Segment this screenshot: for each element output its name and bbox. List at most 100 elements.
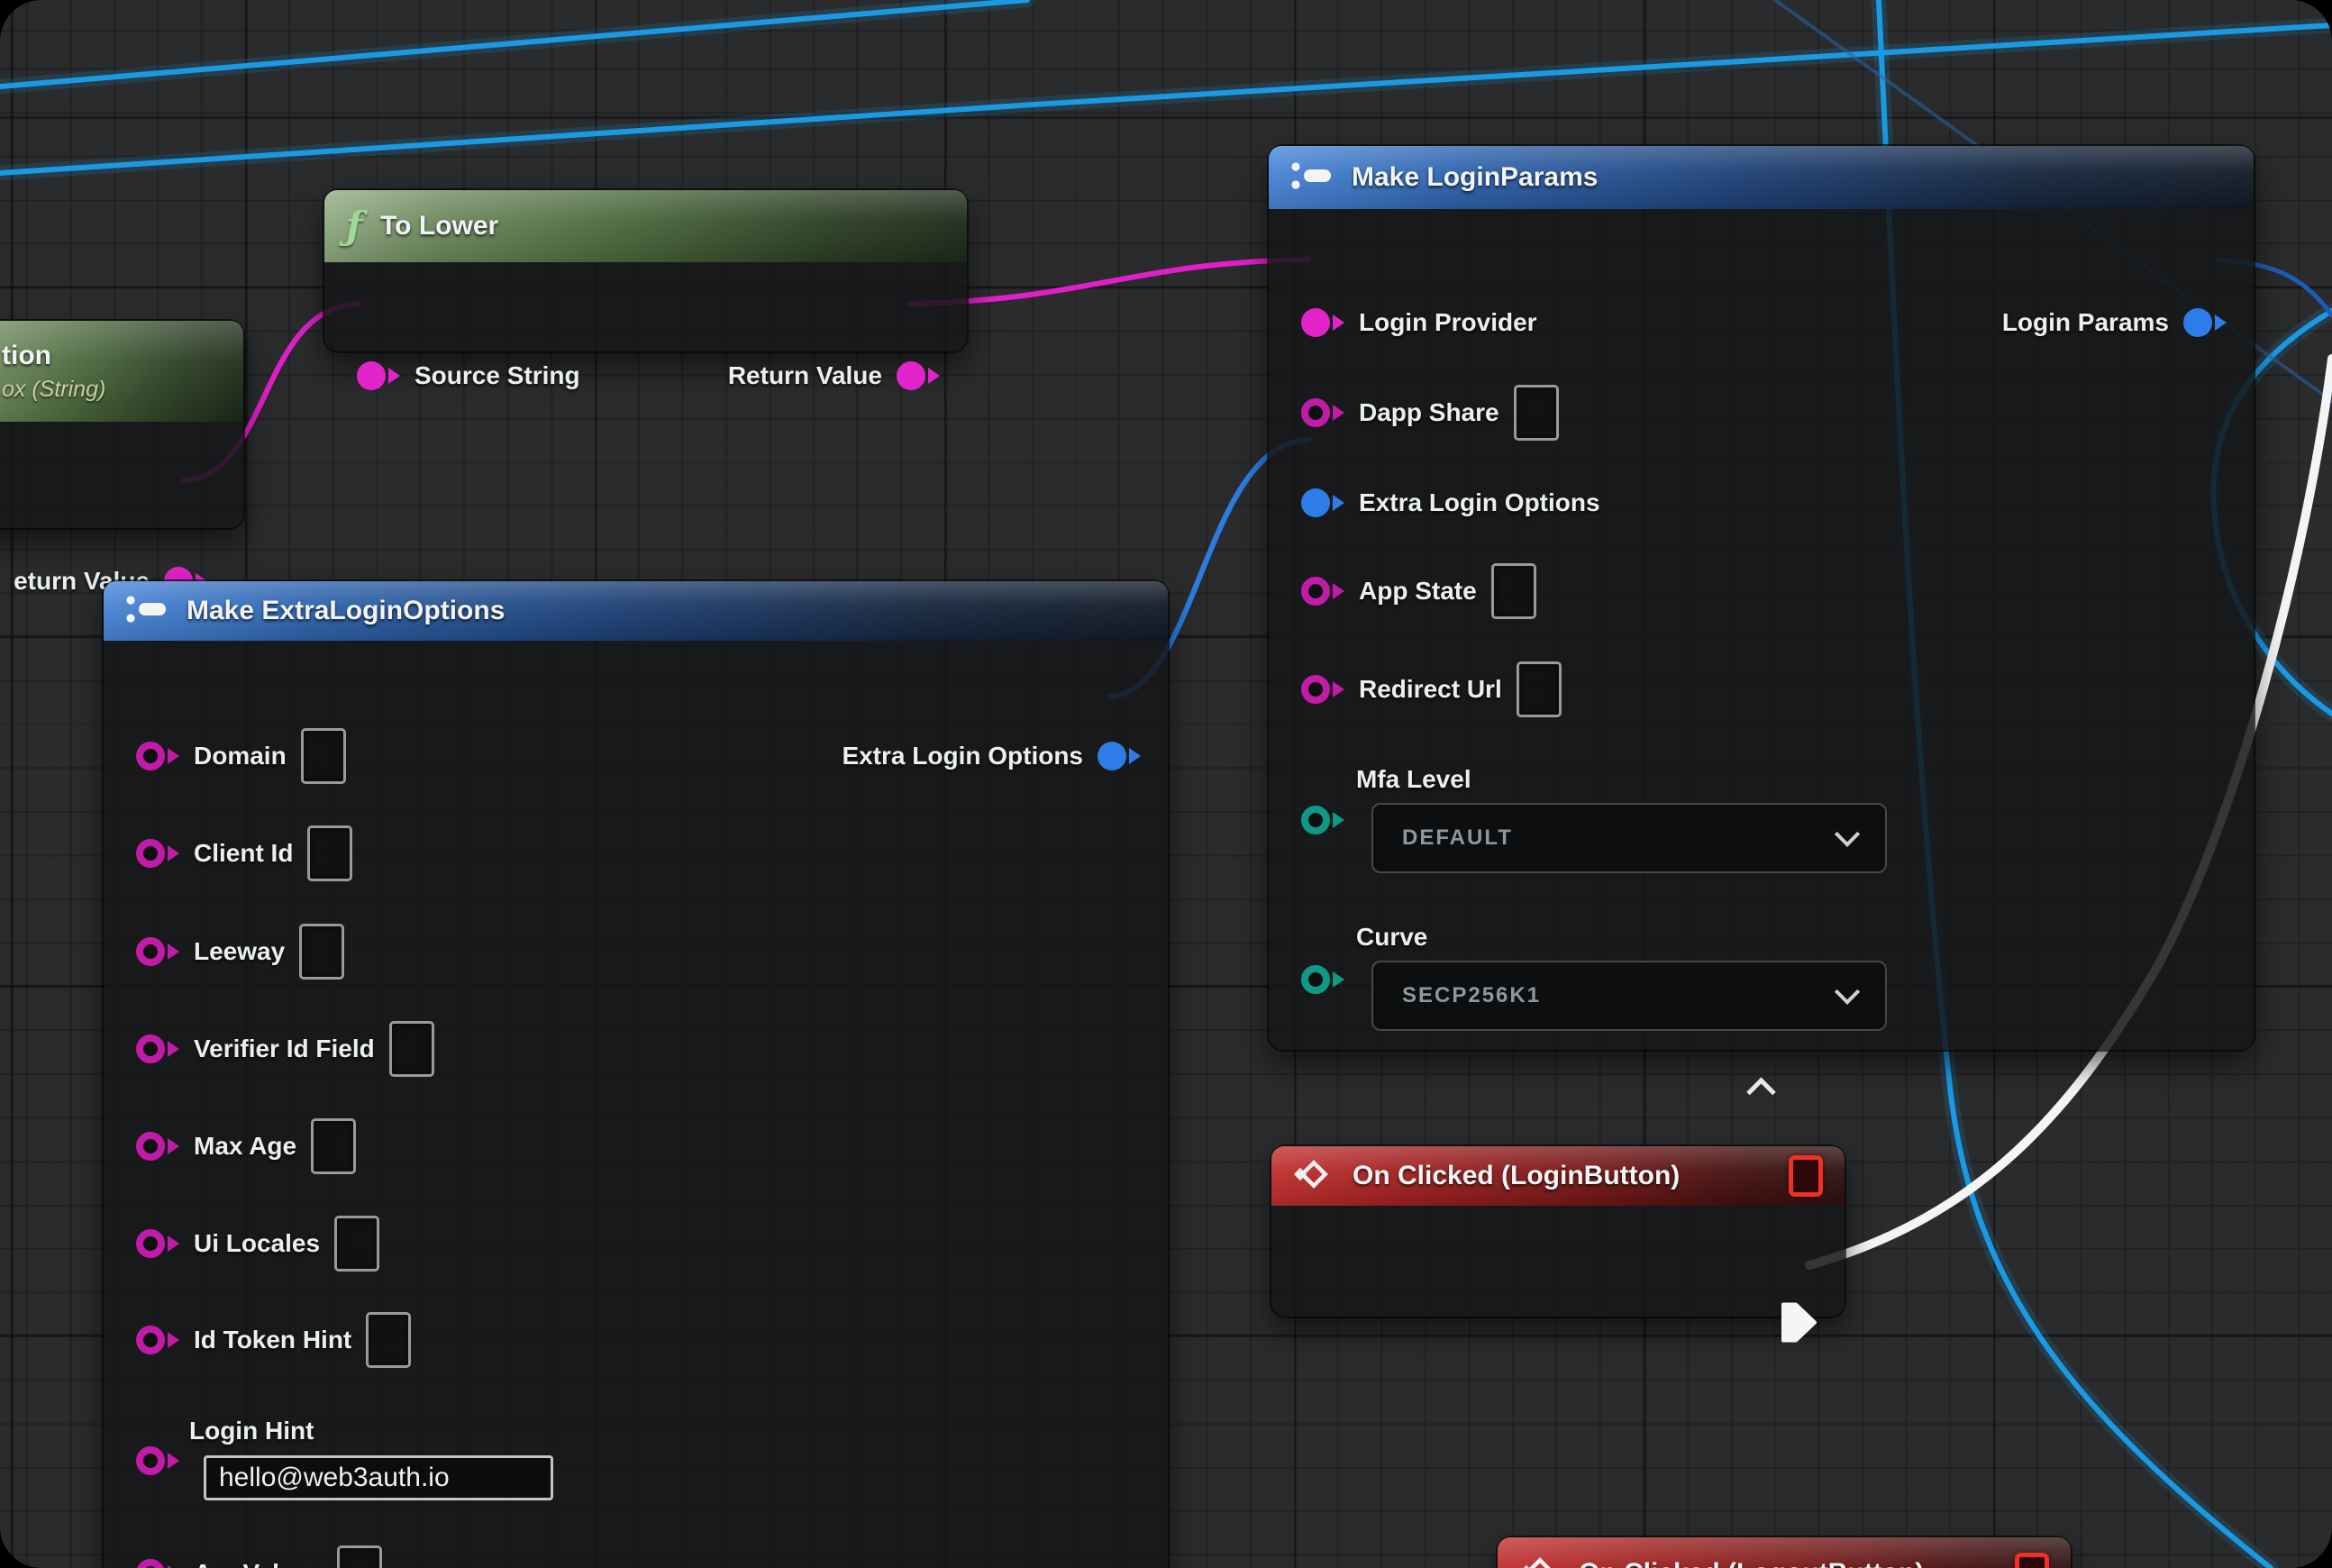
- event-diamond-icon: [1293, 1153, 1335, 1199]
- pin-app-state-input[interactable]: [1301, 577, 1344, 606]
- node-header-to-lower[interactable]: ƒTo Lower: [324, 190, 967, 262]
- chevron-up-icon: [1746, 1077, 1776, 1107]
- node-tion[interactable]: tion ox (String) eturn Value: [0, 321, 243, 528]
- checkbox-app-state[interactable]: [1491, 563, 1536, 619]
- checkbox-max-age[interactable]: [311, 1118, 356, 1174]
- checkbox-id-token-hint[interactable]: [366, 1312, 411, 1368]
- pin-label-leeway: Leeway: [194, 937, 285, 966]
- pin-curve-input[interactable]: [1301, 965, 1344, 994]
- pin-client-id-input[interactable]: [136, 839, 179, 868]
- pin-mfa-level-input[interactable]: [1301, 806, 1344, 834]
- pin-label-app-state: App State: [1359, 577, 1477, 606]
- pin-row: Verifier Id Field: [104, 1021, 1168, 1077]
- pin-login-hint-input[interactable]: [136, 1446, 179, 1475]
- function-icon: ƒ: [346, 207, 362, 245]
- make-struct-icon: [1290, 159, 1334, 197]
- node-title: Make LoginParams: [1352, 162, 1598, 193]
- pin-circle-icon: [357, 361, 386, 390]
- event-diamond-icon: [1519, 1551, 1561, 1568]
- pin-dapp-share-input[interactable]: [1301, 398, 1344, 427]
- checkbox-leeway[interactable]: [299, 924, 344, 980]
- node-body: Source StringReturn Value: [324, 262, 967, 351]
- pin-max-age-input[interactable]: [136, 1132, 179, 1161]
- pin-circle-icon: [1098, 742, 1126, 770]
- field-mfa-level: Mfa LevelDEFAULT: [1356, 764, 1887, 873]
- exec-output-pin[interactable]: [1781, 1301, 1817, 1349]
- pin-circle-icon: [1301, 577, 1330, 606]
- pin-login-params-output[interactable]: [2183, 308, 2227, 337]
- pin-return-value-output[interactable]: [897, 361, 940, 390]
- checkbox-redirect-url[interactable]: [1517, 661, 1562, 717]
- node-body: DomainExtra Login OptionsClient IdLeeway…: [104, 641, 1168, 1568]
- pin-domain-input[interactable]: [136, 742, 179, 770]
- node-header-on-clicked-logoutbutton[interactable]: On Clicked (LogoutButton): [1498, 1537, 2071, 1568]
- bound-event-icon: [2015, 1553, 2049, 1568]
- node-header-make-extraloginoptions[interactable]: Make ExtraLoginOptions: [104, 581, 1168, 641]
- pin-extra-login-options-output[interactable]: [1098, 742, 1141, 770]
- pin-circle-icon: [1301, 965, 1330, 994]
- pin-label-source-string: Source String: [414, 361, 580, 390]
- pin-row: Leeway: [104, 924, 1168, 980]
- pin-label-verifier-id-field: Verifier Id Field: [194, 1035, 375, 1063]
- pin-extra-login-options-input[interactable]: [1301, 488, 1344, 517]
- pin-redirect-url-input[interactable]: [1301, 675, 1344, 704]
- dropdown-curve[interactable]: SECP256K1: [1371, 961, 1887, 1031]
- pin-tail-icon: [1333, 812, 1344, 828]
- node-title: Make ExtraLoginOptions: [187, 596, 505, 626]
- node-to-lower[interactable]: ƒTo LowerSource StringReturn Value: [324, 190, 967, 351]
- collapse-node-button[interactable]: [1748, 1078, 1775, 1098]
- node-header-on-clicked-loginbutton[interactable]: On Clicked (LoginButton): [1271, 1146, 1845, 1206]
- node-subtitle: ox (String): [2, 377, 105, 403]
- pin-label-domain: Domain: [194, 742, 287, 770]
- pin-tail-icon: [1333, 315, 1344, 331]
- pin-id-token-hint-input[interactable]: [136, 1326, 179, 1354]
- pin-label-dapp-share: Dapp Share: [1359, 398, 1499, 427]
- pin-circle-icon: [136, 1446, 165, 1475]
- field-login-hint: Login Hint hello@web3auth.io: [189, 1416, 553, 1500]
- chevron-down-icon: [1835, 822, 1860, 847]
- node-make-loginparams[interactable]: Make LoginParamsLogin ProviderLogin Para…: [1269, 146, 2254, 1050]
- pin-tail-icon: [168, 1453, 179, 1469]
- pin-tail-icon: [168, 1041, 179, 1057]
- pin-tail-icon: [928, 368, 940, 384]
- textbox-login-hint[interactable]: hello@web3auth.io: [204, 1455, 553, 1500]
- pin-leeway-input[interactable]: [136, 937, 179, 966]
- pin-row: [1271, 1301, 1845, 1349]
- checkbox-ui-locales[interactable]: [334, 1216, 379, 1272]
- dropdown-mfa-level[interactable]: DEFAULT: [1371, 803, 1887, 873]
- checkbox-verifier-id-field[interactable]: [389, 1021, 434, 1077]
- node-header-tion[interactable]: tion ox (String): [0, 321, 243, 422]
- pin-login-provider-input[interactable]: [1301, 308, 1344, 337]
- node-on-clicked-loginbutton[interactable]: On Clicked (LoginButton): [1271, 1146, 1845, 1317]
- make-struct-icon: [125, 592, 169, 631]
- node-make-extraloginoptions[interactable]: Make ExtraLoginOptions Domain Extra Login …: [104, 581, 1168, 1568]
- checkbox-domain[interactable]: [301, 728, 346, 784]
- node-title: On Clicked (LoginButton): [1353, 1161, 1680, 1191]
- pin-label-extra-login-options: Extra Login Options: [842, 742, 1083, 770]
- field-label-login-hint: Login Hint: [189, 1416, 553, 1446]
- pin-circle-icon: [1301, 806, 1330, 834]
- checkbox-acr-values[interactable]: [337, 1545, 382, 1568]
- pin-circle-icon: [897, 361, 925, 390]
- node-title: tion: [2, 341, 51, 371]
- pin-tail-icon: [1333, 495, 1344, 511]
- pin-verifier-id-field-input[interactable]: [136, 1035, 179, 1063]
- pin-label-redirect-url: Redirect Url: [1359, 675, 1502, 704]
- checkbox-dapp-share[interactable]: [1514, 385, 1559, 441]
- node-layer: tionox (String)eturn ValueƒTo LowerSourc…: [0, 0, 2332, 1568]
- pin-acr-values-input[interactable]: [136, 1559, 179, 1568]
- pin-tail-icon: [168, 1138, 179, 1154]
- pin-row: Dapp Share: [1269, 385, 2254, 441]
- node-on-clicked-logoutbutton[interactable]: On Clicked (LogoutButton): [1498, 1537, 2071, 1568]
- pin-ui-locales-input[interactable]: [136, 1229, 179, 1258]
- pin-tail-icon: [1333, 681, 1344, 697]
- node-header-make-loginparams[interactable]: Make LoginParams: [1269, 146, 2254, 209]
- field-curve: CurveSECP256K1: [1356, 922, 1887, 1031]
- pin-row: Max Age: [104, 1118, 1168, 1174]
- pin-circle-icon: [1301, 308, 1330, 337]
- pin-source-string-input[interactable]: [357, 361, 400, 390]
- pin-circle-icon: [1301, 398, 1330, 427]
- checkbox-client-id[interactable]: [307, 825, 352, 881]
- node-body: eturn Value: [0, 422, 243, 528]
- blueprint-graph-canvas[interactable]: tionox (String)eturn ValueƒTo LowerSourc…: [0, 0, 2332, 1568]
